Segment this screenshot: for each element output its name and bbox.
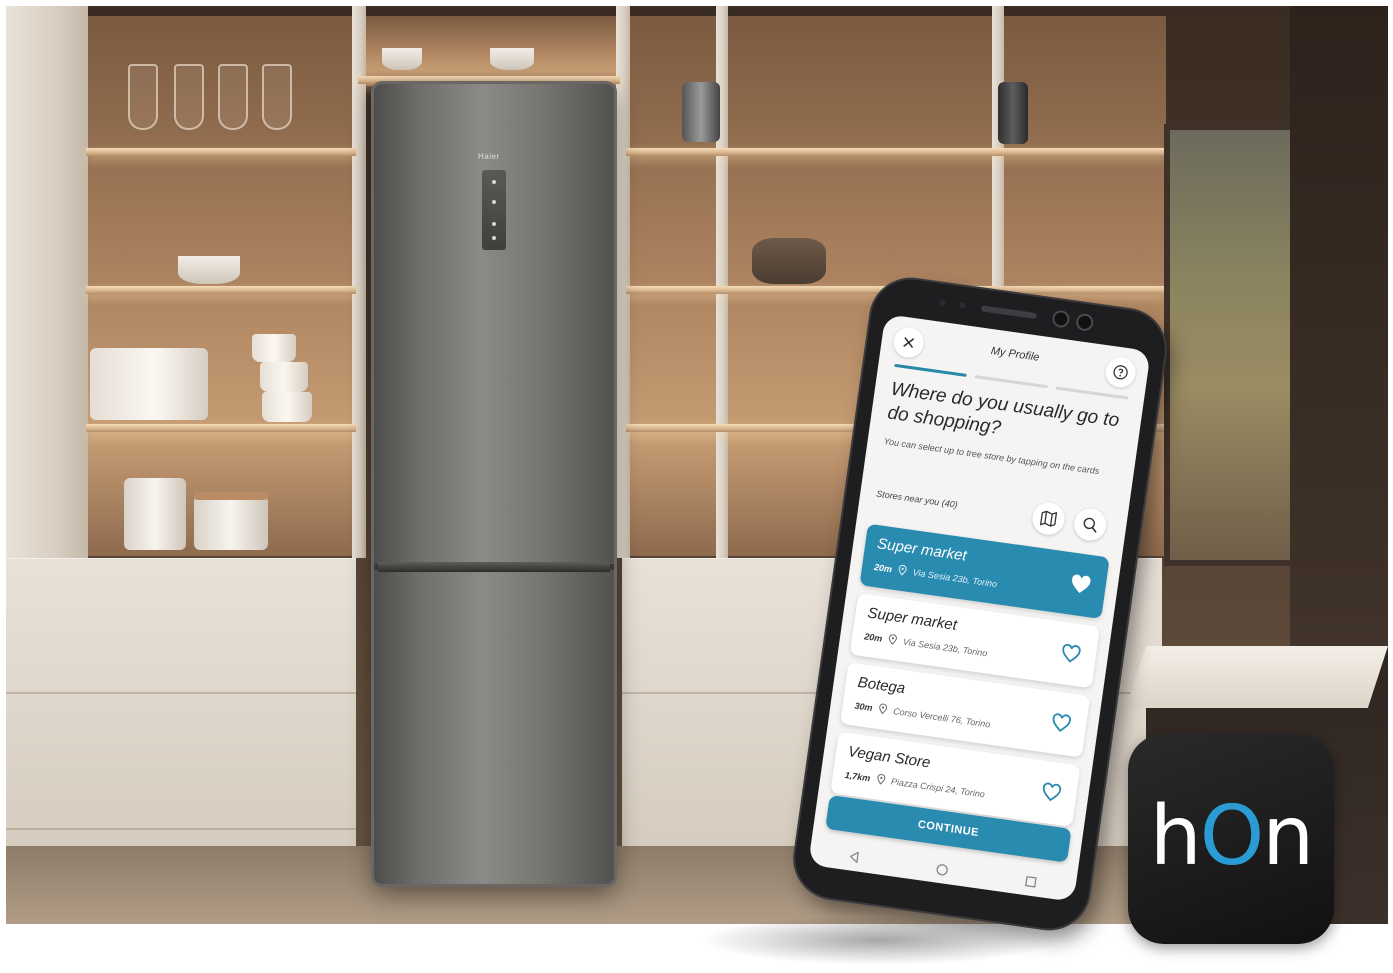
store-name: Vegan Store — [846, 743, 932, 772]
wine-glass — [262, 64, 292, 130]
store-name: Botega — [856, 673, 907, 698]
search-button[interactable] — [1072, 506, 1109, 543]
proximity-sensor — [958, 302, 966, 310]
store-distance: 30m — [854, 700, 874, 713]
map-icon — [1039, 510, 1058, 527]
panel-indicator — [492, 200, 496, 204]
refrigerator: Haier — [374, 84, 614, 884]
help-button[interactable] — [1103, 355, 1138, 390]
store-address: Via Sesia 23b, Torino — [902, 636, 989, 658]
shelf-post — [352, 6, 366, 558]
store-distance: 20m — [873, 561, 893, 574]
wine-glass — [174, 64, 204, 130]
favorite-heart-filled-icon[interactable] — [1068, 572, 1093, 597]
phone-speaker — [980, 305, 1038, 320]
location-pin-icon — [876, 773, 885, 785]
wine-glass — [218, 64, 248, 130]
window — [1164, 124, 1302, 566]
hon-logo: hOn — [1128, 792, 1334, 882]
favorite-heart-icon[interactable] — [1049, 711, 1074, 736]
lower-cabinet — [6, 558, 356, 849]
search-icon — [1083, 517, 1097, 533]
panel-indicator — [492, 180, 496, 184]
jar — [682, 82, 720, 142]
shelf-board — [86, 286, 356, 294]
location-pin-icon — [888, 634, 897, 645]
storage-box — [90, 348, 208, 420]
shelf-board — [358, 76, 620, 84]
store-name: Super market — [876, 535, 968, 565]
favorite-heart-icon[interactable] — [1039, 780, 1064, 805]
store-distance: 20m — [863, 630, 883, 644]
help-icon — [1113, 365, 1128, 380]
hon-app-icon: hOn — [1128, 734, 1334, 944]
store-meta: 1,7km Piazza Crispi 24, Torino — [844, 769, 985, 800]
favorite-heart-icon[interactable] — [1058, 642, 1083, 667]
shelf-board — [626, 148, 1166, 156]
island-countertop — [1125, 646, 1388, 708]
store-meta: 20m Via Sesia 23b, Torino — [864, 630, 988, 658]
bowl — [382, 48, 422, 70]
store-address: Via Sesia 23b, Torino — [912, 566, 998, 589]
store-address: Corso Vercelli 76, Torino — [892, 705, 991, 730]
hon-logo-o: O — [1199, 789, 1265, 884]
bowl — [752, 238, 826, 284]
app-screen: My Profile Where do you usually go to do… — [808, 314, 1151, 902]
shelf-post — [6, 6, 88, 558]
fridge-brand-logo: Haier — [478, 152, 500, 161]
stores-near-label: Stores near you (40) — [875, 488, 959, 510]
hon-logo-n: n — [1262, 789, 1314, 884]
wine-glass — [128, 64, 158, 130]
cabinet-seam — [6, 692, 356, 694]
hon-logo-h: h — [1149, 789, 1202, 884]
bowl — [490, 48, 534, 70]
store-name: Super market — [866, 604, 959, 634]
bowl — [178, 256, 240, 284]
map-view-button[interactable] — [1030, 500, 1067, 537]
cup — [260, 362, 308, 392]
jar-lid — [194, 492, 268, 500]
cup — [262, 392, 312, 422]
store-meta: 20m Via Sesia 23b, Torino — [873, 561, 998, 589]
store-distance: 1,7km — [844, 769, 871, 783]
proximity-sensor — [939, 299, 946, 307]
shelf-board — [86, 424, 356, 432]
shelf-board — [86, 148, 356, 156]
fridge-control-panel — [482, 170, 506, 250]
recents-nav-icon[interactable] — [1021, 872, 1041, 892]
panel-indicator — [492, 236, 496, 240]
location-pin-icon — [898, 564, 907, 576]
jar — [194, 496, 268, 550]
jar — [124, 478, 186, 550]
front-camera-icon — [1077, 314, 1093, 330]
back-nav-icon[interactable] — [844, 847, 864, 867]
store-address: Piazza Crispi 24, Torino — [890, 775, 986, 799]
jar — [998, 82, 1028, 144]
shelf-post — [616, 6, 630, 558]
location-pin-icon — [879, 703, 888, 715]
cabinet-seam — [6, 828, 356, 830]
cup — [252, 334, 296, 362]
panel-indicator — [492, 222, 496, 226]
home-nav-icon[interactable] — [933, 859, 953, 879]
fridge-handle — [378, 562, 610, 572]
store-meta: 30m Corso Vercelli 76, Torino — [854, 700, 991, 730]
front-camera-icon — [1053, 311, 1069, 327]
